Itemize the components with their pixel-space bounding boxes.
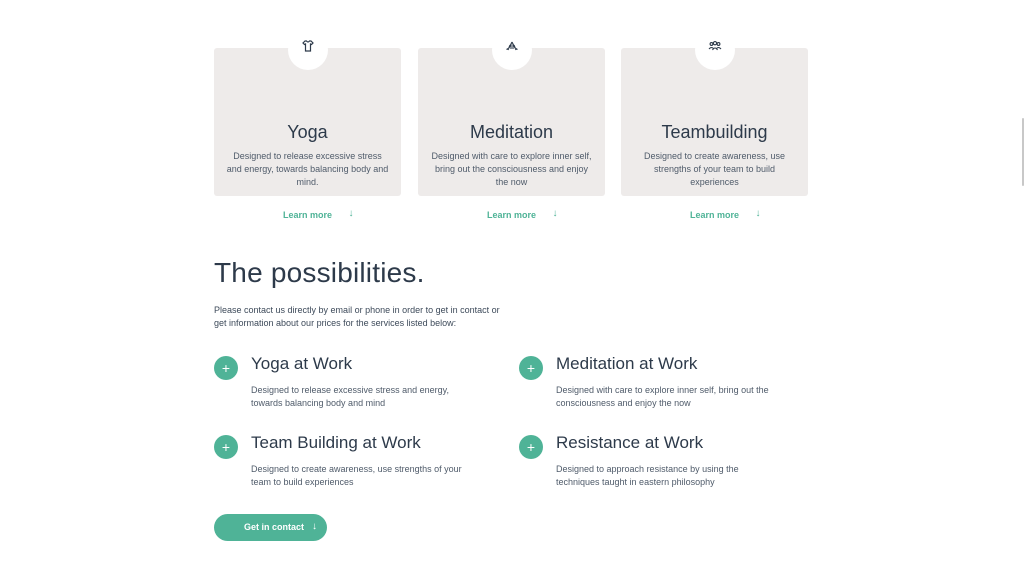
service-title: Resistance at Work (556, 433, 704, 452)
learn-more-button-yoga[interactable]: Learn more ↓ (251, 202, 364, 228)
service-description: Designed to release excessive stress and… (251, 385, 449, 408)
card-description: Designed with care to explore inner self… (431, 151, 592, 187)
learn-more-button-teambuilding[interactable]: Learn more ↓ (658, 202, 771, 228)
get-in-contact-label: Get in contact (244, 522, 305, 532)
section-title: The possibilities. (214, 257, 425, 288)
expand-plus-button[interactable]: + (214, 435, 238, 459)
card-icon-badge (694, 30, 735, 70)
card-icon-badge (491, 30, 532, 70)
service-description: Designed to create awareness, use streng… (251, 464, 462, 487)
learn-more-label: Learn more (689, 210, 740, 220)
card-description: Designed to create awareness, use streng… (643, 151, 786, 187)
learn-more-label: Learn more (282, 210, 333, 220)
learn-more-label: Learn more (486, 210, 537, 220)
arrow-down-icon: ↓ (755, 208, 761, 219)
expand-plus-button[interactable]: + (519, 435, 543, 459)
meditation-hands-icon (505, 41, 518, 51)
card-description: Designed to release excessive stress and… (226, 151, 389, 187)
get-in-contact-button[interactable]: Get in contact ↓ (214, 514, 327, 541)
service-title: Team Building at Work (251, 433, 421, 452)
service-description: Designed to approach resistance by using… (556, 464, 739, 487)
yoga-shirt-icon (301, 40, 314, 52)
card-meditation: Meditation Designed with care to explore… (418, 30, 605, 228)
service-title: Meditation at Work (556, 354, 698, 373)
learn-more-button-meditation[interactable]: Learn more ↓ (455, 202, 568, 228)
card-yoga: Yoga Designed to release excessive stres… (214, 30, 401, 228)
team-people-icon (708, 41, 721, 51)
card-title: Yoga (287, 122, 328, 142)
arrow-down-icon: ↓ (348, 208, 354, 219)
service-description: Designed with care to explore inner self… (556, 385, 769, 408)
card-title: Teambuilding (661, 122, 768, 142)
expand-plus-button[interactable]: + (519, 356, 543, 380)
section-intro: Please contact us directly by email or p… (214, 305, 500, 328)
service-title: Yoga at Work (251, 354, 353, 373)
card-icon-badge (287, 30, 328, 70)
card-title: Meditation (469, 122, 554, 142)
expand-plus-button[interactable]: + (214, 356, 238, 380)
card-teambuilding: Teambuilding Designed to create awarenes… (621, 30, 808, 228)
arrow-down-icon: ↓ (312, 521, 317, 532)
arrow-down-icon: ↓ (552, 208, 558, 219)
